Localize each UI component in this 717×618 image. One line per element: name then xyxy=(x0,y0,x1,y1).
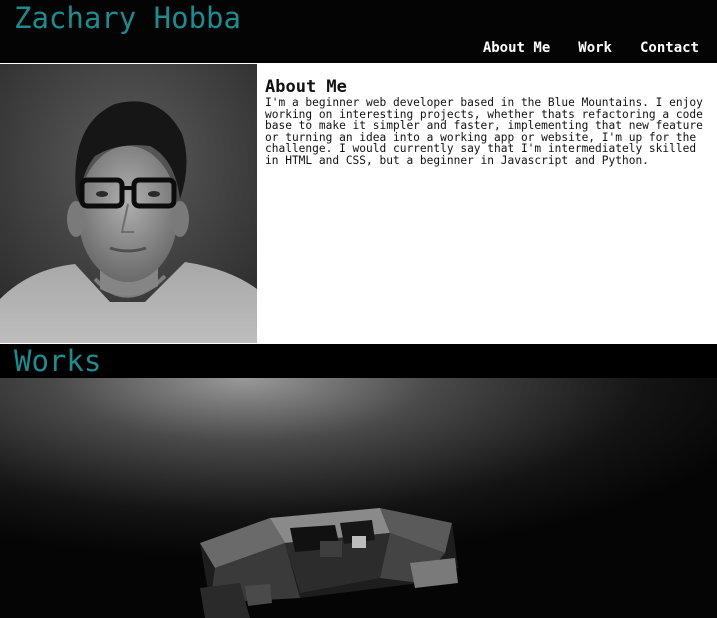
nav-link-about-me[interactable]: About Me xyxy=(483,39,550,57)
main-nav: About Me Work Contact xyxy=(483,39,699,57)
nav-link-contact[interactable]: Contact xyxy=(640,39,699,57)
works-heading: Works xyxy=(14,344,102,378)
nav-link-work[interactable]: Work xyxy=(578,39,612,57)
site-header: Zachary Hobba About Me Work Contact xyxy=(0,0,717,63)
work-preview-image[interactable] xyxy=(0,378,717,618)
profile-photo xyxy=(0,64,257,343)
site-title: Zachary Hobba xyxy=(14,1,241,35)
about-section: About Me I'm a beginner web developer ba… xyxy=(0,63,717,344)
about-text: About Me I'm a beginner web developer ba… xyxy=(265,77,713,167)
about-body: I'm a beginner web developer based in th… xyxy=(265,96,703,167)
works-header: Works xyxy=(0,344,717,378)
about-heading: About Me xyxy=(265,77,347,97)
